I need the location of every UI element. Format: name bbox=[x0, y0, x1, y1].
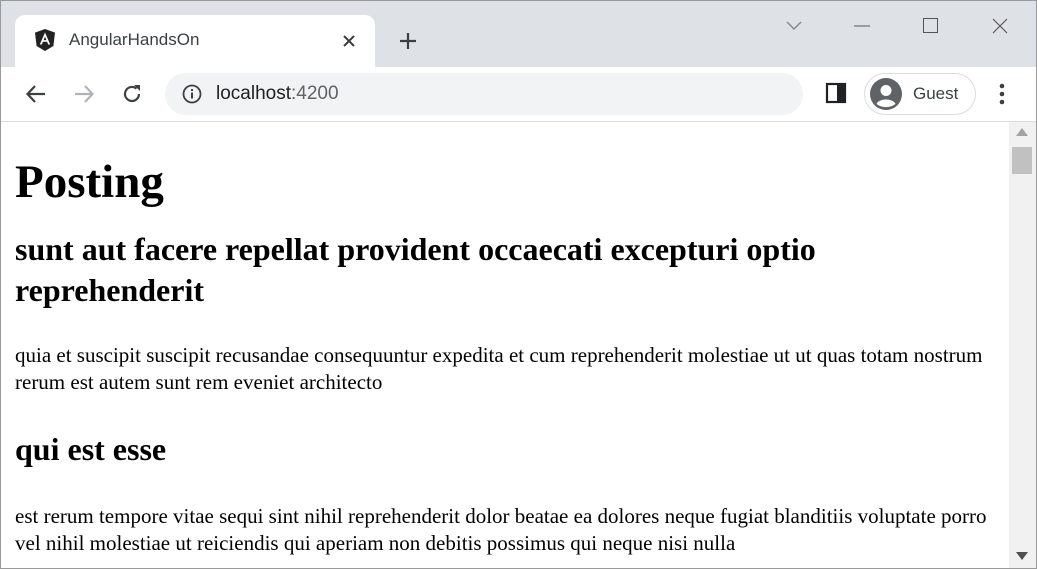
toolbar: localhost:4200 Guest bbox=[1, 67, 1036, 122]
more-icon[interactable] bbox=[989, 79, 1015, 109]
url-host: localhost bbox=[216, 83, 291, 104]
url-text[interactable]: localhost:4200 bbox=[216, 83, 339, 105]
minimize-icon[interactable] bbox=[847, 11, 877, 41]
avatar-icon bbox=[870, 78, 902, 110]
close-icon[interactable] bbox=[337, 29, 361, 53]
chevron-down-icon[interactable] bbox=[779, 11, 809, 41]
profile-label: Guest bbox=[913, 84, 959, 103]
page-content: Posting sunt aut facere repellat provide… bbox=[1, 122, 1009, 557]
maximize-icon[interactable] bbox=[916, 11, 946, 41]
post-body: quia et suscipit suscipit recusandae con… bbox=[15, 343, 983, 394]
angular-logo-icon bbox=[33, 28, 57, 52]
scroll-down-arrow-icon[interactable] bbox=[1016, 552, 1028, 560]
info-icon[interactable] bbox=[181, 83, 203, 105]
profile-button[interactable]: Guest bbox=[864, 73, 976, 115]
tab-strip: AngularHandsOn bbox=[1, 1, 1036, 67]
window-close-icon[interactable] bbox=[985, 11, 1015, 41]
page-title: Posting bbox=[15, 156, 164, 208]
post-title: sunt aut facere repellat provident occae… bbox=[15, 231, 816, 308]
post-title: qui est esse bbox=[15, 431, 167, 467]
browser-window: AngularHandsOn localhost:4200 Guest Post… bbox=[0, 0, 1037, 569]
page-viewport: Posting sunt aut facere repellat provide… bbox=[1, 122, 1009, 568]
tab-active[interactable]: AngularHandsOn bbox=[15, 15, 375, 67]
url-port: :4200 bbox=[291, 83, 339, 104]
back-icon[interactable] bbox=[21, 79, 51, 109]
reload-icon[interactable] bbox=[117, 79, 147, 109]
scrollbar-thumb[interactable] bbox=[1012, 147, 1032, 174]
side-panel-icon[interactable] bbox=[824, 81, 850, 107]
forward-icon[interactable] bbox=[69, 79, 99, 109]
post-body: est rerum tempore vitae sequi sint nihil… bbox=[15, 504, 987, 555]
vertical-scrollbar[interactable] bbox=[1009, 122, 1036, 568]
address-bar[interactable]: localhost:4200 bbox=[165, 73, 803, 115]
plus-icon[interactable] bbox=[395, 28, 421, 54]
tab-title: AngularHandsOn bbox=[69, 30, 200, 49]
scroll-up-arrow-icon[interactable] bbox=[1016, 128, 1028, 136]
